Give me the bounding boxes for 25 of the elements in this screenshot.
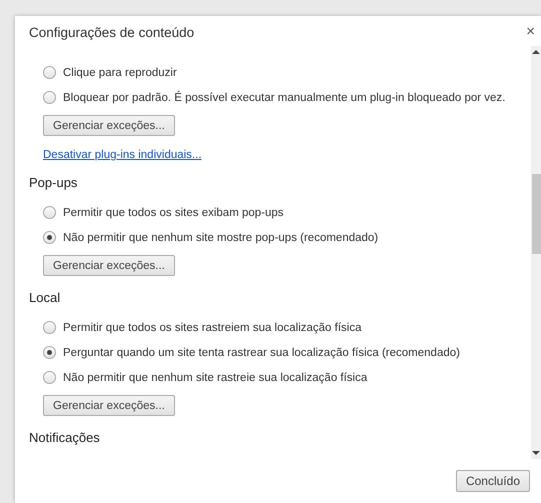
option-label: Permitir que todos os sites rastreiem sua localização física — [63, 322, 362, 334]
section-heading: Pop-ups — [29, 175, 78, 190]
manage-exceptions-button[interactable]: Gerenciar exceções... — [43, 255, 175, 276]
radio-button[interactable] — [43, 66, 56, 79]
close-button[interactable]: × — [526, 25, 535, 39]
radio-button[interactable] — [43, 321, 56, 334]
scrollbar[interactable] — [531, 46, 541, 459]
option-label: Não permitir que nenhum site rastreie sua localização física — [63, 372, 368, 384]
option-label: Bloquear por padrão. É possível executar manualmente um plug-in bloqueado por vez. — [63, 92, 506, 104]
dialog-title: Configurações de conteúdo — [29, 25, 194, 40]
option-label: Perguntar quando um site tenta rastrear sua localização física (recomendado) — [63, 346, 460, 358]
done-button[interactable]: Concluído — [456, 470, 530, 492]
radio-button[interactable] — [43, 206, 56, 219]
radio-button[interactable] — [43, 346, 56, 359]
radio-button[interactable] — [43, 231, 56, 244]
manage-exceptions-button[interactable]: Gerenciar exceções... — [43, 395, 175, 416]
section-heading: Notificações — [29, 430, 101, 445]
option-label: Não permitir que nenhum site mostre pop-ups (recomendado) — [63, 232, 378, 244]
disable-plugins-link[interactable]: Desativar plug-ins individuais... — [43, 149, 531, 161]
option-label: Permitir que todos os sites exibam pop-ups — [63, 206, 284, 218]
radio-button[interactable] — [43, 371, 56, 384]
section-heading: Local — [29, 290, 62, 305]
option-label: Clique para reproduzir — [63, 66, 177, 78]
manage-exceptions-button[interactable]: Gerenciar exceções... — [43, 115, 175, 136]
radio-button[interactable] — [43, 91, 56, 104]
